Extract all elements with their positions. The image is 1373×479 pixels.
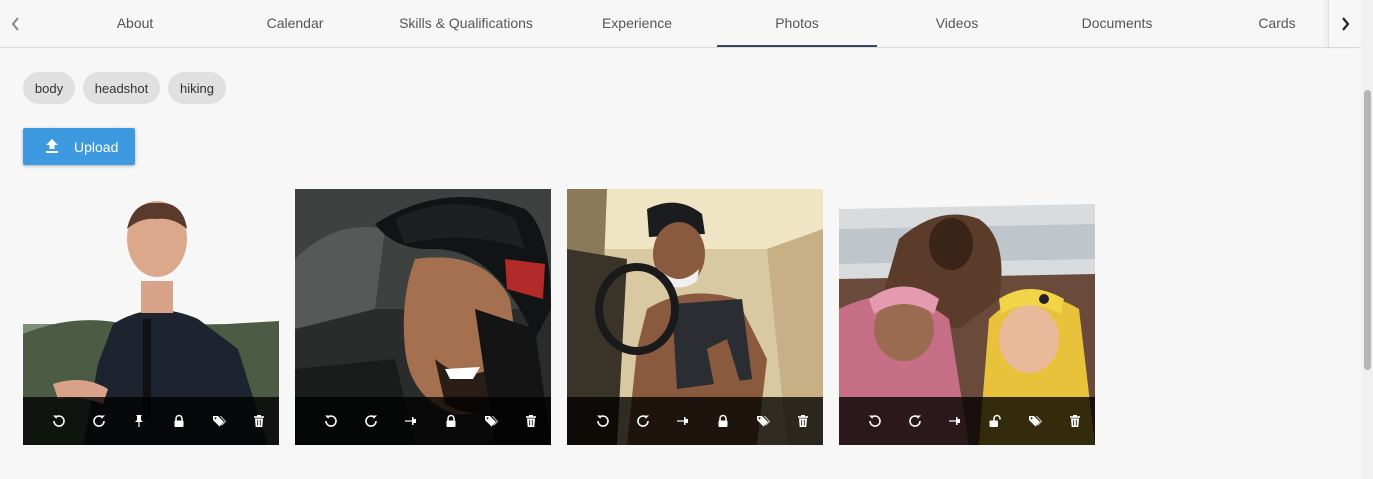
chevron-right-icon xyxy=(1342,16,1350,31)
rotate-left-button[interactable] xyxy=(322,412,340,430)
tags-button[interactable] xyxy=(754,412,772,430)
rotate-left-icon xyxy=(325,415,337,427)
lock-icon xyxy=(174,414,184,427)
rotate-right-icon xyxy=(637,415,649,427)
rotate-right-icon xyxy=(365,415,377,427)
delete-button[interactable] xyxy=(1066,412,1084,430)
rotate-left-icon xyxy=(869,415,881,427)
pin-button[interactable] xyxy=(402,412,420,430)
photo-card[interactable] xyxy=(23,189,279,445)
pin-off-icon xyxy=(405,417,416,425)
lock-icon xyxy=(718,414,728,427)
photo-toolbar xyxy=(295,397,551,445)
pin-icon xyxy=(135,415,143,427)
rotate-right-button[interactable] xyxy=(634,412,652,430)
tab-documents[interactable]: Documents xyxy=(1037,0,1197,46)
tag-chip-label: headshot xyxy=(94,80,149,96)
upload-icon xyxy=(46,139,58,153)
vertical-scrollbar[interactable] xyxy=(1361,0,1373,479)
pin-off-icon xyxy=(949,417,960,425)
tag-chip-label: body xyxy=(34,80,64,96)
lock-icon xyxy=(446,414,456,427)
chevron-left-icon xyxy=(11,16,19,31)
upload-button[interactable]: Upload xyxy=(23,128,135,165)
tab-label: Documents xyxy=(1081,15,1153,31)
tab-label: Calendar xyxy=(266,15,324,31)
tab-skills-qualifications[interactable]: Skills & Qualifications xyxy=(386,0,546,46)
tag-chip-body[interactable]: body xyxy=(23,72,75,104)
rotate-right-icon xyxy=(93,415,105,427)
rotate-left-button[interactable] xyxy=(594,412,612,430)
tab-label: Photos xyxy=(775,15,819,31)
scrollbar-thumb[interactable] xyxy=(1364,90,1371,370)
rotate-right-button[interactable] xyxy=(362,412,380,430)
tags-button[interactable] xyxy=(1026,412,1044,430)
tab-about[interactable]: About xyxy=(55,0,215,46)
tab-label: Videos xyxy=(935,15,979,31)
pin-button[interactable] xyxy=(674,412,692,430)
photo-card[interactable] xyxy=(295,189,551,445)
rotate-right-button[interactable] xyxy=(90,412,108,430)
photo-card[interactable] xyxy=(839,189,1095,445)
tab-label: Cards xyxy=(1258,15,1296,31)
rotate-left-button[interactable] xyxy=(866,412,884,430)
lock-button[interactable] xyxy=(986,412,1004,430)
delete-button[interactable] xyxy=(250,412,268,430)
photo-card[interactable] xyxy=(567,189,823,445)
tab-photos[interactable]: Photos xyxy=(717,0,877,47)
rotate-left-icon xyxy=(597,415,609,427)
tab-calendar[interactable]: Calendar xyxy=(215,0,375,46)
rotate-left-button[interactable] xyxy=(50,412,68,430)
rotate-right-button[interactable] xyxy=(906,412,924,430)
tab-scroll-right-button[interactable] xyxy=(1328,0,1361,47)
lock-button[interactable] xyxy=(714,412,732,430)
upload-button-label: Upload xyxy=(74,139,119,155)
pin-button[interactable] xyxy=(946,412,964,430)
trash-icon xyxy=(254,415,264,427)
tags-icon xyxy=(485,416,498,427)
trash-icon xyxy=(798,415,808,427)
tab-scroll-left-button[interactable] xyxy=(0,0,32,47)
unlock-icon xyxy=(989,414,1001,427)
rotate-right-icon xyxy=(909,415,921,427)
tags-icon xyxy=(757,416,770,427)
rotate-left-icon xyxy=(53,415,65,427)
tag-chip-label: hiking xyxy=(180,80,214,96)
pin-button[interactable] xyxy=(130,412,148,430)
tab-label: Experience xyxy=(601,15,673,31)
tags-icon xyxy=(1029,416,1042,427)
tab-videos[interactable]: Videos xyxy=(877,0,1037,46)
delete-button[interactable] xyxy=(522,412,540,430)
tags-button[interactable] xyxy=(210,412,228,430)
tab-bar: About Calendar Skills & Qualifications E… xyxy=(0,0,1361,48)
photo-toolbar xyxy=(839,397,1095,445)
tags-button[interactable] xyxy=(482,412,500,430)
tag-chip-hiking[interactable]: hiking xyxy=(168,72,226,104)
tags-icon xyxy=(213,416,226,427)
lock-button[interactable] xyxy=(170,412,188,430)
pin-off-icon xyxy=(677,417,688,425)
trash-icon xyxy=(1070,415,1080,427)
photo-toolbar xyxy=(23,397,279,445)
tab-label: About xyxy=(116,15,154,31)
tag-chip-headshot[interactable]: headshot xyxy=(83,72,160,104)
tab-label: Skills & Qualifications xyxy=(399,15,533,31)
trash-icon xyxy=(526,415,536,427)
tab-experience[interactable]: Experience xyxy=(557,0,717,46)
delete-button[interactable] xyxy=(794,412,812,430)
photo-toolbar xyxy=(567,397,823,445)
lock-button[interactable] xyxy=(442,412,460,430)
